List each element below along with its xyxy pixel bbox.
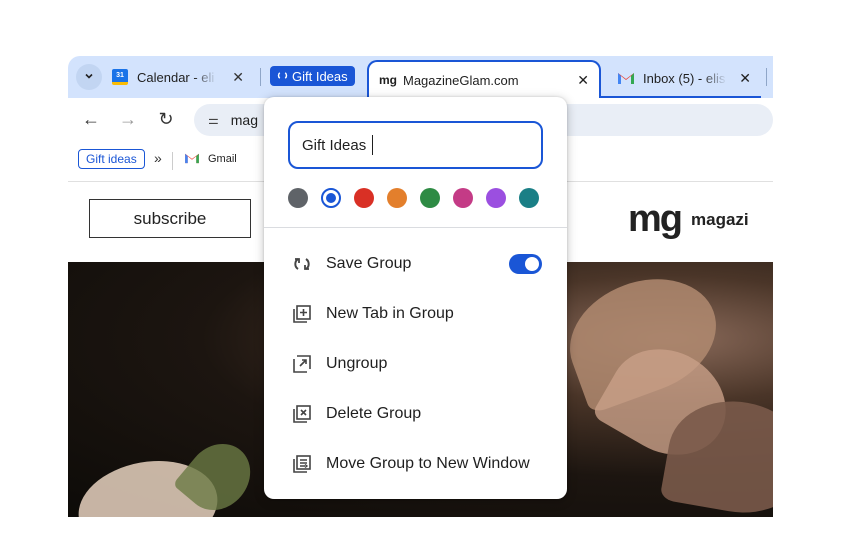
menu-label: Ungroup	[326, 355, 388, 372]
reload-icon[interactable]: ↻	[153, 109, 179, 130]
group-name-input[interactable]: Gift Ideas	[288, 121, 543, 169]
color-swatch[interactable]	[321, 188, 341, 208]
color-swatch[interactable]	[288, 188, 308, 208]
color-swatch[interactable]	[519, 188, 539, 208]
chevron-down-icon	[84, 71, 94, 84]
divider	[264, 227, 567, 228]
ungroup-icon	[290, 352, 314, 376]
menu-label: Move Group to New Window	[326, 455, 530, 472]
logo-mark: mg	[628, 198, 683, 240]
tab-separator	[260, 68, 261, 86]
tab-search-button[interactable]	[76, 64, 102, 90]
delete-group-item[interactable]: Delete Group	[264, 394, 567, 434]
forward-arrow-icon[interactable]: →	[115, 109, 141, 130]
bookmark-gmail[interactable]: Gmail	[184, 152, 237, 166]
menu-label: New Tab in Group	[326, 305, 454, 322]
tab-title: MagazineGlam.com	[403, 72, 519, 88]
tab-calendar[interactable]: 31 Calendar - eli ✕	[112, 61, 252, 93]
gmail-icon	[184, 152, 202, 166]
more-bookmarks-icon[interactable]: »	[154, 150, 162, 166]
bookmark-group-chip[interactable]: Gift ideas	[78, 149, 145, 169]
close-icon[interactable]: ✕	[577, 72, 589, 89]
color-swatch[interactable]	[453, 188, 473, 208]
color-swatch[interactable]	[420, 188, 440, 208]
color-swatch[interactable]	[486, 188, 506, 208]
tab-group-chip[interactable]: Gift Ideas	[270, 66, 355, 86]
tab-group-label: Gift Ideas	[292, 68, 348, 84]
calendar-icon: 31	[112, 69, 128, 85]
tab-strip: 31 Calendar - eli ✕ Gift Ideas mg Magazi…	[68, 56, 773, 98]
color-swatch[interactable]	[354, 188, 374, 208]
gmail-icon	[617, 71, 635, 85]
delete-group-icon	[290, 402, 314, 426]
close-icon[interactable]: ✕	[739, 70, 751, 87]
close-icon[interactable]: ✕	[232, 69, 244, 86]
sync-icon	[277, 69, 288, 84]
logo-name: magazi	[691, 209, 749, 229]
text-cursor	[372, 135, 374, 155]
tab-group-editor-dialog: Gift Ideas Save Group New Tab in Group U…	[264, 97, 567, 499]
save-group-label: Save Group	[326, 255, 412, 272]
sync-icon	[290, 252, 314, 276]
bookmark-label: Gmail	[208, 153, 237, 165]
color-picker	[288, 188, 544, 208]
move-group-icon	[290, 452, 314, 476]
ungroup-item[interactable]: Ungroup	[264, 344, 567, 384]
site-settings-icon[interactable]: ⚌	[208, 113, 219, 127]
group-name-value: Gift Ideas	[302, 136, 367, 154]
new-tab-in-group-item[interactable]: New Tab in Group	[264, 294, 567, 334]
tab-inbox[interactable]: Inbox (5) - elis ✕	[601, 60, 761, 98]
move-group-item[interactable]: Move Group to New Window	[264, 444, 567, 484]
tab-title: Inbox (5) - elis	[643, 70, 726, 86]
tab-magazineglam[interactable]: mg MagazineGlam.com ✕	[367, 60, 601, 98]
menu-label: Delete Group	[326, 405, 422, 422]
tab-title: Calendar - eli	[137, 69, 215, 85]
subscribe-button[interactable]: subscribe	[89, 199, 251, 238]
save-group-toggle[interactable]	[509, 254, 542, 274]
divider	[172, 152, 173, 170]
omnibox-text: mag	[230, 112, 258, 128]
site-logo[interactable]: mg magazi	[628, 198, 749, 241]
new-tab-in-group-icon	[290, 302, 314, 326]
back-arrow-icon[interactable]: ←	[78, 109, 104, 130]
color-swatch[interactable]	[387, 188, 407, 208]
magazineglam-favicon-icon: mg	[379, 73, 397, 87]
tab-separator	[766, 68, 767, 86]
